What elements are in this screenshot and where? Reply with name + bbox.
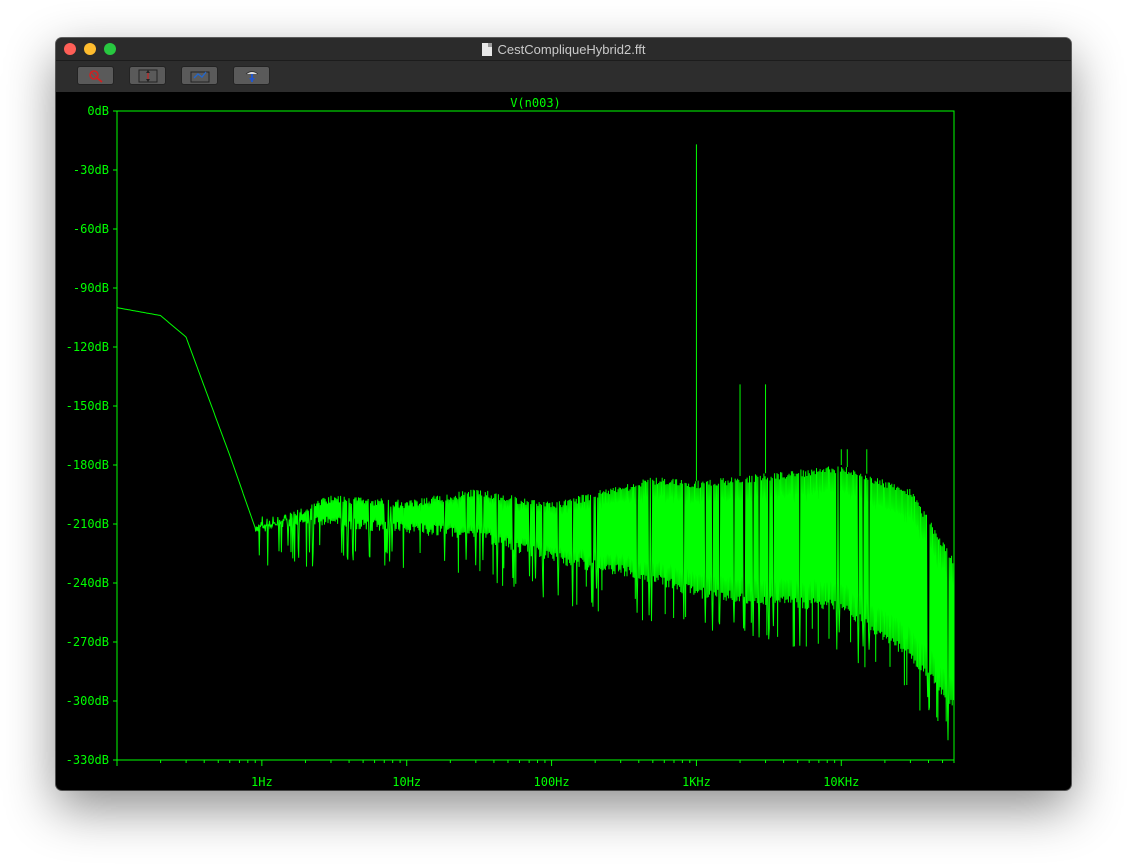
- y-tick-label: -300dB: [66, 694, 109, 708]
- x-tick-label: 100Hz: [534, 775, 570, 789]
- fft-chart[interactable]: V(n003) 0dB -30dB -60dB -90dB -120dB -150dB -18…: [56, 92, 1071, 790]
- y-tick-label: -60dB: [73, 222, 109, 236]
- fit-button[interactable]: [181, 66, 218, 85]
- y-tick-label: -210dB: [66, 517, 109, 531]
- x-tick-label: 1Hz: [251, 775, 273, 789]
- chart-title: V(n003): [510, 96, 561, 110]
- x-tick-label: 10KHz: [823, 775, 859, 789]
- x-tick-label: 10Hz: [392, 775, 421, 789]
- y-tick-label: -270dB: [66, 635, 109, 649]
- y-tick-label: -150dB: [66, 399, 109, 413]
- x-tick-label: 1KHz: [682, 775, 711, 789]
- y-tick-label: -180dB: [66, 458, 109, 472]
- zoom-cancel-icon: [88, 69, 103, 83]
- y-tick-label: 0dB: [87, 104, 109, 118]
- window-title: CestCompliqueHybrid2.fft: [497, 41, 646, 57]
- trace-V(n003): [116, 307, 955, 741]
- plot-area[interactable]: V(n003) 0dB -30dB -60dB -90dB -120dB -150dB -18…: [56, 92, 1071, 790]
- zoom-cancel-button[interactable]: [77, 66, 114, 85]
- window: CestCompliqueHybrid2.fft V(n003) 0dB -30…: [56, 38, 1071, 790]
- y-tick-label: -330dB: [66, 753, 109, 767]
- document-icon: [481, 42, 492, 56]
- fit-icon: [190, 71, 209, 82]
- probe-icon: [245, 70, 258, 82]
- y-tick-label: -120dB: [66, 340, 109, 354]
- y-tick-label: -240dB: [66, 576, 109, 590]
- y-tick-label: -30dB: [73, 163, 109, 177]
- probe-button[interactable]: [233, 66, 270, 85]
- y-tick-label: -90dB: [73, 281, 109, 295]
- title-bar: CestCompliqueHybrid2.fft: [56, 38, 1071, 61]
- plot-frame: [116, 110, 955, 761]
- toolbar: [56, 61, 1071, 92]
- autorange-icon: [138, 69, 157, 82]
- autorange-button[interactable]: [129, 66, 166, 85]
- window-title-wrap: CestCompliqueHybrid2.fft: [56, 38, 1071, 60]
